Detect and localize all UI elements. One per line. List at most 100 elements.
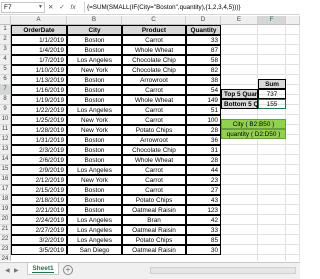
table-cell[interactable]: Carrot bbox=[122, 35, 186, 45]
table-cell[interactable]: Carrot bbox=[122, 115, 186, 125]
empty-cell[interactable] bbox=[221, 205, 258, 215]
table-cell[interactable]: Boston bbox=[67, 145, 122, 155]
empty-cell[interactable] bbox=[286, 35, 300, 45]
table-cell[interactable]: Boston bbox=[67, 185, 122, 195]
table-cell[interactable]: Carrot bbox=[122, 185, 186, 195]
table-cell[interactable]: Boston bbox=[67, 75, 122, 85]
row-header[interactable]: 5 bbox=[0, 65, 11, 75]
empty-cell[interactable] bbox=[258, 65, 286, 75]
table-cell[interactable]: 1/25/2019 bbox=[11, 115, 67, 125]
table-cell[interactable]: Carrot bbox=[122, 165, 186, 175]
table-cell[interactable]: 42 bbox=[186, 215, 221, 225]
fx-icon[interactable]: fx bbox=[71, 2, 76, 13]
table-cell[interactable]: Carrot bbox=[122, 85, 186, 95]
empty-cell[interactable] bbox=[286, 25, 300, 35]
table-cell[interactable]: Arrowroot bbox=[122, 75, 186, 85]
table-cell[interactable]: Boston bbox=[67, 45, 122, 55]
row-header[interactable]: 22 bbox=[0, 235, 11, 245]
table-cell[interactable]: Boston bbox=[67, 85, 122, 95]
table-cell[interactable]: 2/9/2019 bbox=[11, 165, 67, 175]
column-header-g[interactable] bbox=[286, 16, 300, 25]
row-header[interactable]: 19 bbox=[0, 205, 11, 215]
table-cell[interactable]: Boston bbox=[67, 155, 122, 165]
empty-cell[interactable] bbox=[286, 55, 300, 65]
row-header[interactable]: 23 bbox=[0, 245, 11, 255]
table-header-cell[interactable]: Quantity bbox=[186, 25, 221, 35]
next-sheet-icon[interactable]: ▶ bbox=[14, 267, 19, 274]
empty-cell[interactable] bbox=[258, 215, 286, 225]
empty-cell[interactable] bbox=[286, 255, 300, 261]
empty-cell[interactable] bbox=[221, 45, 258, 55]
row-header[interactable]: 3 bbox=[0, 45, 11, 55]
table-cell[interactable]: 30 bbox=[186, 245, 221, 255]
empty-cell[interactable] bbox=[258, 245, 286, 255]
empty-cell[interactable] bbox=[221, 55, 258, 65]
table-cell[interactable]: 2/18/2019 bbox=[11, 195, 67, 205]
empty-cell[interactable] bbox=[286, 135, 300, 145]
table-cell[interactable]: 1/16/2019 bbox=[11, 85, 67, 95]
top-5-label[interactable]: Top 5 Quantity bbox=[221, 89, 258, 99]
empty-cell[interactable] bbox=[221, 245, 258, 255]
table-cell[interactable]: 1/22/2019 bbox=[11, 105, 67, 115]
empty-cell[interactable] bbox=[221, 35, 258, 45]
empty-cell[interactable] bbox=[286, 95, 300, 105]
empty-cell[interactable] bbox=[286, 155, 300, 165]
table-cell[interactable]: 1/28/2019 bbox=[11, 125, 67, 135]
column-header-a[interactable]: A bbox=[11, 16, 67, 25]
table-cell[interactable]: Arrowroot bbox=[122, 135, 186, 145]
empty-cell[interactable] bbox=[258, 45, 286, 55]
empty-cell[interactable] bbox=[286, 245, 300, 255]
empty-cell[interactable] bbox=[286, 115, 300, 125]
table-cell[interactable]: Chocolate Chip bbox=[122, 65, 186, 75]
empty-cell[interactable] bbox=[221, 65, 258, 75]
table-cell[interactable]: 149 bbox=[186, 95, 221, 105]
top-5-value[interactable]: 737 bbox=[258, 89, 286, 99]
table-cell[interactable]: New York bbox=[67, 125, 122, 135]
table-cell[interactable]: Potato Chips bbox=[122, 195, 186, 205]
empty-cell[interactable] bbox=[258, 155, 286, 165]
table-cell[interactable]: 54 bbox=[186, 85, 221, 95]
table-header-cell[interactable]: OrderDate bbox=[11, 25, 67, 35]
horizontal-scrollbar[interactable] bbox=[150, 267, 296, 274]
table-cell[interactable]: 100 bbox=[186, 115, 221, 125]
empty-cell[interactable] bbox=[258, 35, 286, 45]
table-cell[interactable]: 58 bbox=[186, 55, 221, 65]
empty-cell[interactable] bbox=[258, 205, 286, 215]
spreadsheet-grid[interactable]: A B C D E F 1 2 3 4 5 6 7 8 9 10 11 12 13 14 15 16 17 18 1… bbox=[0, 16, 300, 261]
column-header-f[interactable]: F bbox=[258, 16, 286, 25]
empty-cell[interactable] bbox=[221, 25, 258, 35]
table-cell[interactable]: New York bbox=[67, 65, 122, 75]
empty-cell[interactable] bbox=[286, 45, 300, 55]
empty-cell[interactable] bbox=[286, 105, 300, 115]
table-cell[interactable]: Los Angeles bbox=[67, 105, 122, 115]
empty-cell[interactable] bbox=[286, 225, 300, 235]
table-cell[interactable]: 2/3/2019 bbox=[11, 145, 67, 155]
table-cell[interactable]: Oatmeal Raisin bbox=[122, 225, 186, 235]
empty-cell[interactable] bbox=[258, 255, 286, 261]
table-cell[interactable]: 1/7/2019 bbox=[11, 55, 67, 65]
table-cell[interactable]: 1/1/2019 bbox=[11, 35, 67, 45]
chevron-down-icon[interactable]: ▼ bbox=[38, 3, 43, 12]
empty-cell[interactable] bbox=[258, 25, 286, 35]
column-header-c[interactable]: C bbox=[122, 16, 186, 25]
table-cell[interactable]: Whole Wheat bbox=[122, 95, 186, 105]
row-header[interactable]: 6 bbox=[0, 75, 11, 85]
bottom-5-value[interactable]: 155 bbox=[258, 99, 286, 109]
empty-cell[interactable] bbox=[221, 75, 258, 85]
name-box[interactable]: F7 ▼ bbox=[1, 2, 45, 13]
empty-cell[interactable] bbox=[258, 225, 286, 235]
empty-cell[interactable] bbox=[221, 195, 258, 205]
table-cell[interactable]: Oatmeal Raisin bbox=[122, 245, 186, 255]
table-cell[interactable]: 38 bbox=[186, 75, 221, 85]
table-cell[interactable]: 82 bbox=[186, 65, 221, 75]
table-cell[interactable]: Potato Chips bbox=[122, 235, 186, 245]
row-header[interactable]: 18 bbox=[0, 195, 11, 205]
formula-input[interactable]: {=SUM(SMALL(IF(City="Boston",quantity),{… bbox=[84, 2, 298, 13]
row-header[interactable]: 2 bbox=[0, 35, 11, 45]
row-header[interactable]: 17 bbox=[0, 185, 11, 195]
table-cell[interactable]: 43 bbox=[186, 195, 221, 205]
row-header[interactable]: 24 bbox=[0, 255, 11, 261]
table-cell[interactable]: 33 bbox=[186, 35, 221, 45]
empty-cell[interactable] bbox=[286, 215, 300, 225]
empty-cell[interactable] bbox=[258, 175, 286, 185]
